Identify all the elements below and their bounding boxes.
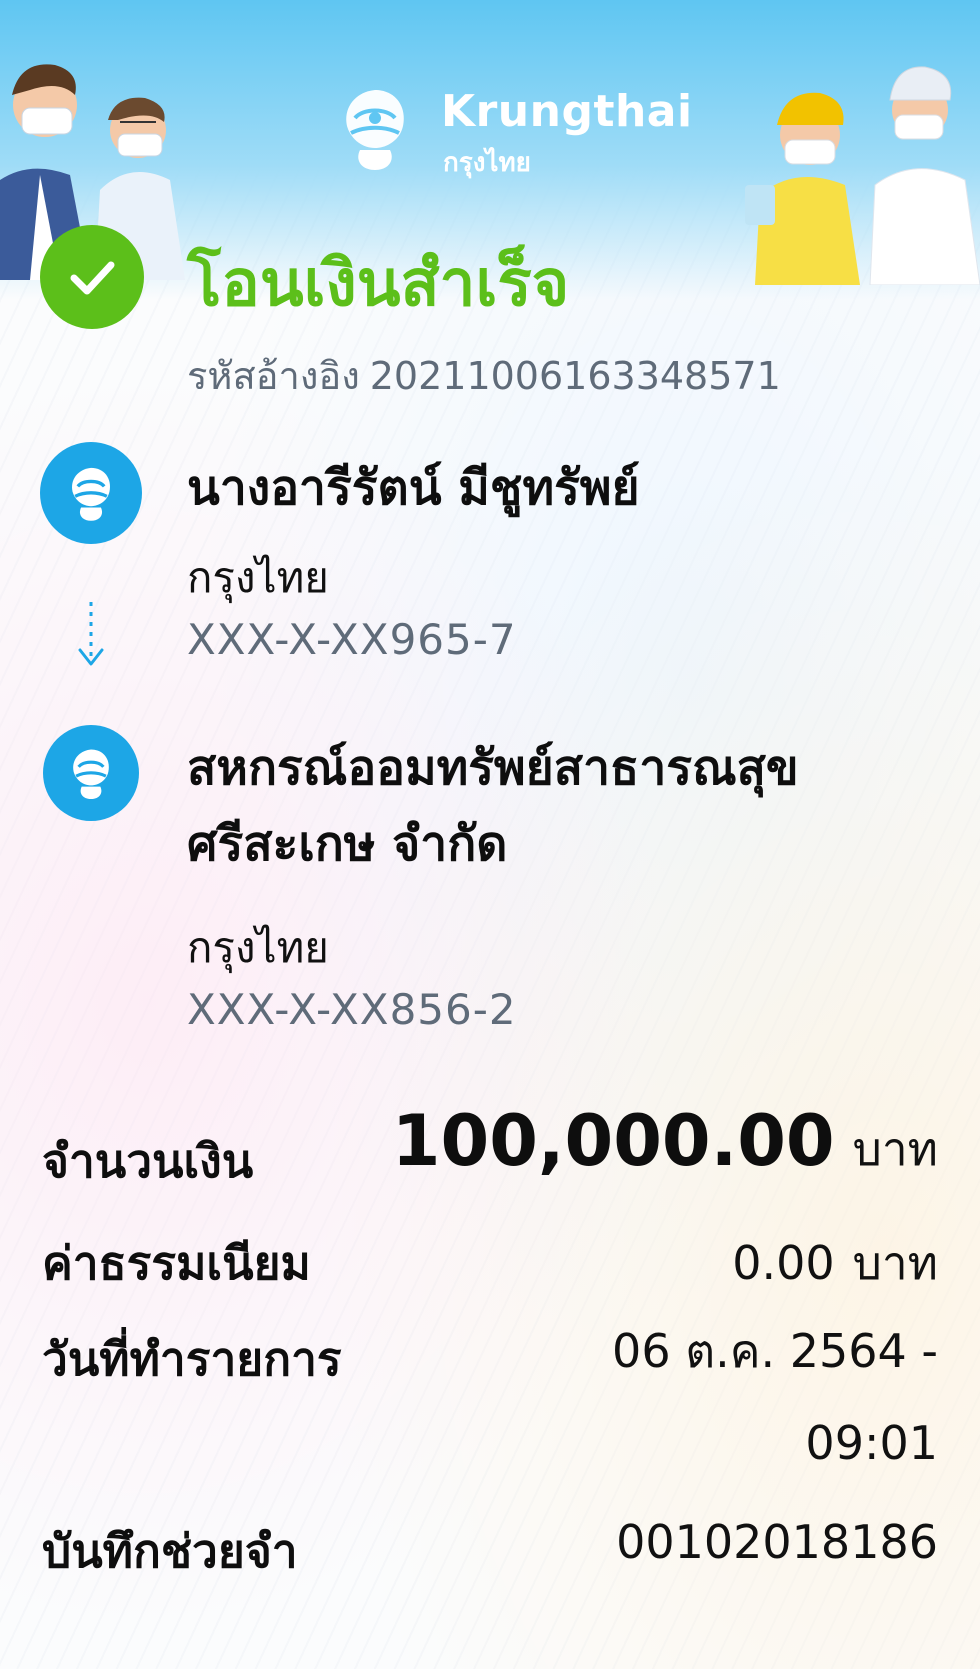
reference-label: รหัสอ้างอิง — [187, 354, 360, 398]
reference-value: 20211006163348571 — [369, 354, 781, 398]
amount-value-group: 100,000.00 บาท — [392, 1100, 938, 1186]
amount-label: จำนวนเงิน — [42, 1134, 254, 1188]
receiver-bank-name: กรุงไทย — [187, 923, 329, 972]
krungthai-logo: Krungthai กรุงไทย — [325, 78, 692, 188]
transaction-time-value: 09:01 — [805, 1416, 938, 1470]
sender-bank-logo-icon — [40, 442, 142, 544]
fee-value: 0.00 — [732, 1236, 835, 1290]
health-worker-illustration-right — [745, 66, 980, 285]
amount-unit: บาท — [852, 1122, 938, 1176]
transaction-date-label: วันที่ทำรายการ — [42, 1332, 342, 1386]
sender-name: นางอารีรัตน์ มีชูทรัพย์ — [187, 460, 640, 516]
krungthai-emblem-icon — [346, 90, 404, 170]
brand-name-th: กรุงไทย — [443, 148, 531, 178]
memo-value: 00102018186 — [616, 1515, 938, 1569]
fee-label: ค่าธรรมเนียม — [42, 1236, 311, 1290]
sender-account-number: XXX-X-XX965-7 — [187, 615, 517, 664]
arrow-down-icon — [78, 602, 104, 666]
amount-value: 100,000.00 — [391, 1100, 835, 1182]
receiver-account-number: XXX-X-XX856-2 — [187, 985, 517, 1034]
transaction-datetime: 06 ต.ค. 2564 - 09:01 — [612, 1305, 938, 1489]
receiver-name: สหกรณ์ออมทรัพย์สาธารณสุขศรีสะเกษ จำกัด — [187, 740, 799, 872]
transfer-status-title: โอนเงินสำเร็จ — [187, 247, 570, 321]
fee-unit: บาท — [852, 1236, 938, 1290]
sender-bank-name: กรุงไทย — [187, 553, 329, 602]
check-circle-icon — [40, 225, 144, 329]
receiver-bank-logo-icon — [43, 725, 139, 821]
reference-code: รหัสอ้างอิง 20211006163348571 — [187, 345, 781, 406]
fee-value-group: 0.00 บาท — [732, 1227, 938, 1300]
brand-name-en: Krungthai — [441, 86, 693, 137]
memo-label: บันทึกช่วยจำ — [42, 1524, 298, 1578]
transaction-date-value: 06 ต.ค. 2564 - — [612, 1324, 938, 1378]
